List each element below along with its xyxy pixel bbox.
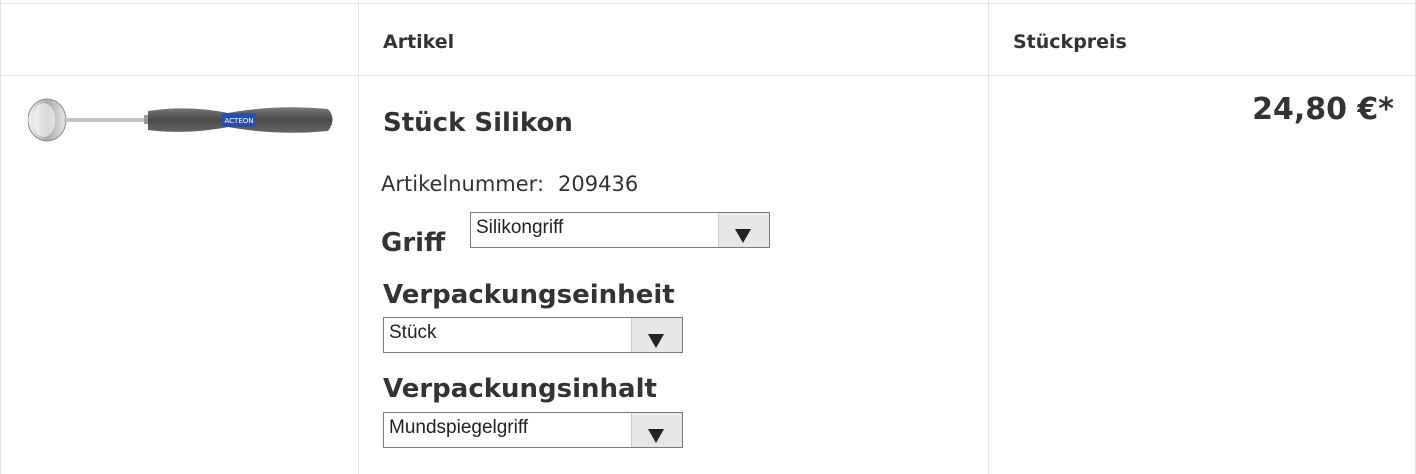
verpackungsinhalt-select[interactable]: Mundspiegelgriff xyxy=(383,412,683,448)
dental-mirror-icon: ACTEON xyxy=(27,98,333,142)
product-title[interactable]: Stück Silikon xyxy=(383,108,573,138)
verpackungseinheit-select-value: Stück xyxy=(389,322,437,343)
column-divider-2 xyxy=(988,0,989,474)
verpackungsinhalt-dropdown-button[interactable] xyxy=(631,413,682,447)
article-number-row: Artikelnummer: 209436 xyxy=(381,172,638,196)
article-number-label: Artikelnummer: xyxy=(381,172,545,196)
header-row-divider xyxy=(0,75,1416,76)
verpackungseinheit-label: Verpackungseinheit xyxy=(383,280,675,310)
verpackungsinhalt-select-value: Mundspiegelgriff xyxy=(389,417,529,438)
table-border-top xyxy=(0,3,1416,4)
griff-select[interactable]: Silikongriff xyxy=(470,212,770,248)
table-border-left xyxy=(0,0,1,474)
column-divider-1 xyxy=(358,0,359,474)
griff-label: Griff xyxy=(381,228,446,258)
verpackungseinheit-dropdown-button[interactable] xyxy=(631,318,682,352)
column-header-unit-price: Stückpreis xyxy=(1013,31,1127,53)
verpackungsinhalt-label: Verpackungsinhalt xyxy=(383,374,657,404)
chevron-down-icon xyxy=(648,334,664,348)
article-number-value: 209436 xyxy=(558,172,639,196)
unit-price: 24,80 €* xyxy=(1252,92,1394,127)
griff-select-value: Silikongriff xyxy=(476,217,564,238)
griff-dropdown-button[interactable] xyxy=(718,213,769,247)
chevron-down-icon xyxy=(648,429,664,443)
verpackungseinheit-select[interactable]: Stück xyxy=(383,317,683,353)
chevron-down-icon xyxy=(735,229,751,243)
column-header-article: Artikel xyxy=(383,31,455,53)
brand-mark: ACTEON xyxy=(225,117,254,125)
product-image[interactable]: ACTEON xyxy=(27,98,338,144)
